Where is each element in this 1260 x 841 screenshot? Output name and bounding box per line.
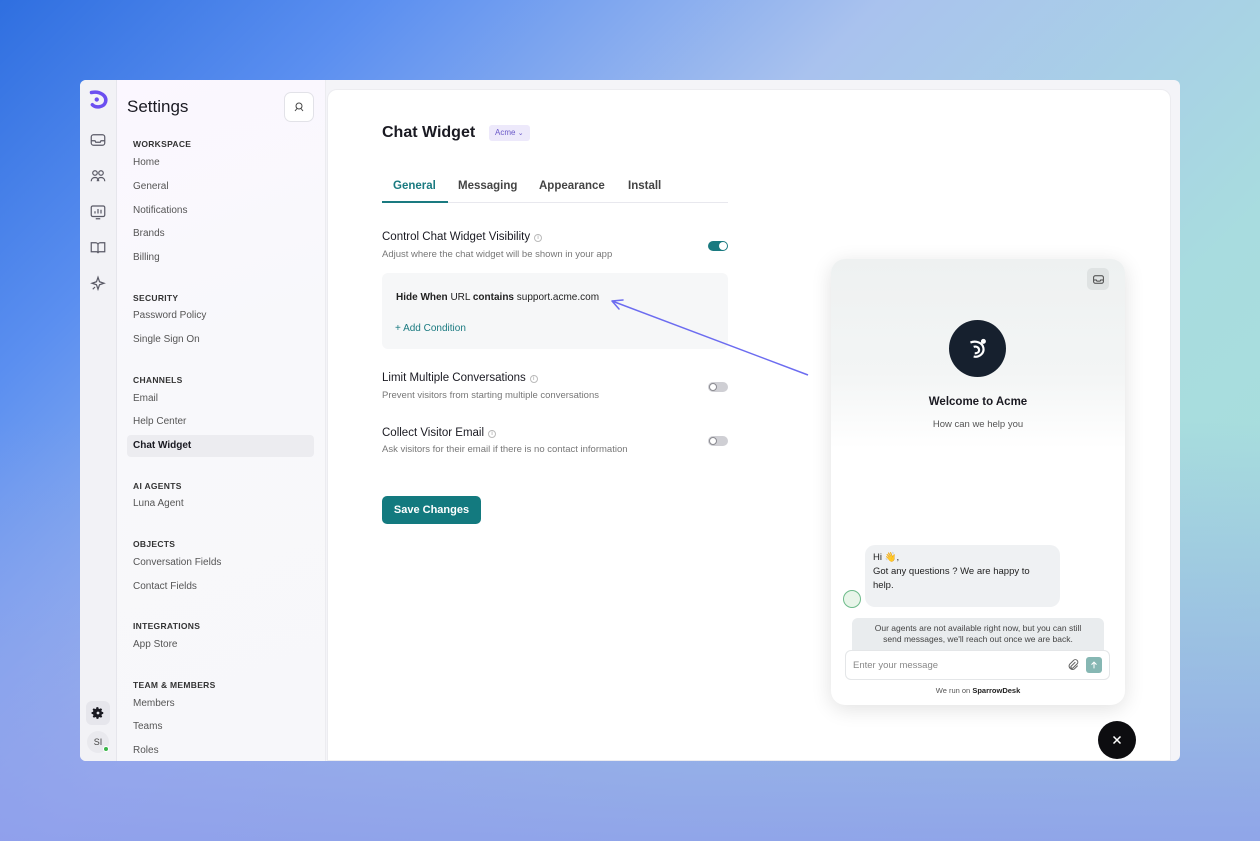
notice-line: Our agents are not available right now, …	[874, 623, 1082, 633]
save-changes-button[interactable]: Save Changes	[382, 496, 481, 524]
widget-welcome: Welcome to Acme	[928, 396, 1028, 408]
tab-general[interactable]: General	[393, 180, 436, 192]
sidebar-item-members[interactable]: Members	[127, 693, 314, 715]
contacts-icon[interactable]	[89, 167, 107, 185]
condition-operator: contains	[472, 292, 514, 303]
sidebar-item-teams[interactable]: Teams	[127, 716, 314, 738]
visibility-title-text: Control Chat Widget Visibility	[382, 231, 531, 243]
online-status-dot	[103, 746, 109, 752]
search-settings-button[interactable]	[284, 92, 314, 122]
send-button[interactable]	[1086, 657, 1102, 673]
condition-hide-when: Hide When	[396, 292, 448, 303]
sidebar-item-email[interactable]: Email	[127, 388, 314, 410]
bubble-line: help.	[873, 580, 894, 591]
brand-selector[interactable]: Acme ⌄	[489, 125, 530, 141]
sidebar-item-brands[interactable]: Brands	[127, 223, 314, 245]
search-icon	[294, 102, 304, 112]
brand-logo-icon	[969, 338, 986, 358]
sidebar-item-single-sign-on[interactable]: Single Sign On	[127, 329, 314, 351]
toggle-knob	[709, 437, 717, 445]
tab-install[interactable]: Install	[628, 180, 661, 192]
settings-gear-button[interactable]	[86, 701, 110, 725]
condition-box: Hide When URL contains support.acme.com …	[382, 273, 728, 349]
close-widget-button[interactable]	[1098, 721, 1136, 759]
info-icon[interactable]: i	[534, 234, 543, 242]
collect-email-desc: Ask visitors for their email if there is…	[382, 444, 628, 455]
inbox-icon	[1092, 274, 1104, 284]
sidebar-item-home[interactable]: Home	[127, 152, 314, 174]
section-integrations: INTEGRATIONS	[133, 621, 201, 631]
sidebar-item-roles[interactable]: Roles	[127, 740, 314, 761]
sidebar-item-app-store[interactable]: App Store	[127, 634, 314, 656]
condition-field: URL	[450, 292, 471, 303]
tab-appearance[interactable]: Appearance	[539, 180, 605, 192]
add-condition-button[interactable]: + Add Condition	[395, 323, 466, 334]
toggle-knob	[709, 383, 717, 391]
limit-conversations-title: Limit Multiple Conversations i	[382, 372, 538, 384]
collect-email-toggle[interactable]	[708, 436, 728, 446]
active-tab-indicator	[382, 201, 448, 203]
close-icon	[1112, 735, 1122, 745]
sidebar-item-help-center[interactable]: Help Center	[127, 411, 314, 433]
chat-widget-preview: Welcome to Acme How can we help you Hi 👋…	[831, 259, 1125, 705]
info-icon[interactable]: i	[529, 375, 538, 383]
section-team-members: TEAM & MEMBERS	[133, 680, 216, 690]
section-security: SECURITY	[133, 293, 179, 303]
condition-value: support.acme.com	[516, 292, 600, 303]
powered-by: We run on SparrowDesk	[831, 686, 1125, 695]
app-logo-icon[interactable]	[88, 89, 109, 110]
limit-conversations-desc: Prevent visitors from starting multiple …	[382, 390, 599, 401]
section-ai-agents: AI AGENTS	[133, 481, 182, 491]
bot-message-bubble: Hi 👋, Got any questions ? We are happy t…	[865, 545, 1060, 607]
icon-rail: SI	[80, 80, 117, 761]
page-title: Chat Widget	[382, 124, 476, 141]
limit-conversations-title-text: Limit Multiple Conversations	[382, 372, 526, 384]
settings-tabs: General Messaging Appearance Install	[382, 172, 728, 203]
reports-icon[interactable]	[89, 203, 107, 221]
sidebar-item-general[interactable]: General	[127, 176, 314, 198]
sidebar-item-conversation-fields[interactable]: Conversation Fields	[127, 552, 314, 574]
sidebar-item-luna-agent[interactable]: Luna Agent	[127, 493, 314, 515]
collect-email-title: Collect Visitor Email i	[382, 427, 497, 439]
knowledge-base-icon[interactable]	[89, 239, 107, 257]
notice-line: send messages, we'll reach out once we a…	[883, 634, 1073, 644]
widget-inbox-button[interactable]	[1087, 268, 1109, 290]
section-channels: CHANNELS	[133, 375, 183, 385]
limit-conversations-toggle[interactable]	[708, 382, 728, 392]
powered-by-brand[interactable]: SparrowDesk	[972, 686, 1020, 695]
powered-by-prefix: We run on	[935, 686, 971, 695]
visibility-setting-title: Control Chat Widget Visibility i	[382, 231, 543, 243]
widget-brand-logo	[949, 320, 1006, 377]
visibility-setting-desc: Adjust where the chat widget will be sho…	[382, 249, 613, 260]
sidebar-title: Settings	[127, 97, 189, 116]
brand-selector-label: Acme	[495, 128, 516, 137]
sidebar-item-password-policy[interactable]: Password Policy	[127, 305, 314, 327]
sidebar-item-billing[interactable]: Billing	[127, 247, 314, 269]
settings-sidebar: Settings WORKSPACE Home General Notifica…	[117, 80, 326, 761]
bubble-line: Hi 👋,	[873, 552, 900, 563]
tab-messaging[interactable]: Messaging	[458, 180, 517, 192]
offline-notice: Our agents are not available right now, …	[852, 618, 1104, 650]
collect-email-title-text: Collect Visitor Email	[382, 427, 485, 439]
bot-avatar	[843, 590, 861, 608]
section-workspace: WORKSPACE	[133, 139, 192, 149]
sidebar-item-notifications[interactable]: Notifications	[127, 200, 314, 222]
message-composer	[845, 650, 1110, 680]
chevron-down-icon: ⌄	[517, 130, 524, 137]
condition-rule[interactable]: Hide When URL contains support.acme.com	[396, 292, 599, 303]
toggle-knob	[719, 242, 727, 250]
bubble-line: Got any questions ? We are happy to	[873, 566, 1030, 577]
attachment-icon[interactable]	[1066, 658, 1080, 672]
section-objects: OBJECTS	[133, 539, 176, 549]
inbox-icon[interactable]	[89, 131, 107, 149]
visibility-toggle[interactable]	[708, 241, 728, 251]
sidebar-item-contact-fields[interactable]: Contact Fields	[127, 576, 314, 598]
arrow-up-icon	[1091, 661, 1097, 669]
widget-help-text: How can we help you	[932, 419, 1024, 430]
sidebar-item-chat-widget[interactable]: Chat Widget	[127, 435, 314, 457]
gear-icon	[91, 707, 104, 719]
ai-sparkle-icon[interactable]	[89, 275, 107, 293]
info-icon[interactable]: i	[488, 430, 497, 438]
message-input[interactable]	[853, 657, 1053, 673]
